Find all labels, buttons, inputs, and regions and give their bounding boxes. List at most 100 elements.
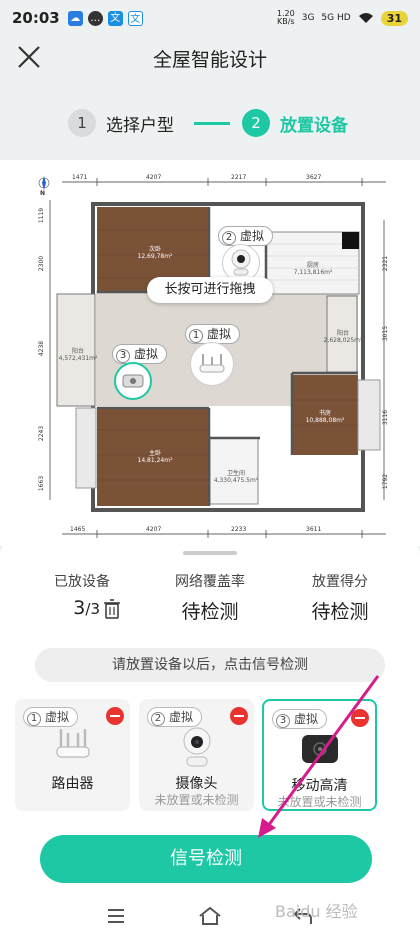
device-card-camera[interactable]: 2 虚拟 摄像头 未放置或未检测	[139, 699, 254, 811]
dim-right-2: 3015	[382, 325, 390, 342]
dim-bottom-4: 3611	[306, 526, 322, 533]
dim-bottom-2: 4207	[146, 526, 162, 533]
signal-detect-button[interactable]: 信号检测	[40, 835, 372, 883]
room-area: 12,69,78m²	[137, 253, 173, 260]
header: 全屋智能设计	[0, 36, 420, 80]
status-bar: 20:03 ☁ … 文 文 1.20 KB/s 3G 5G HD 31	[0, 0, 420, 36]
wifi-icon	[358, 13, 373, 23]
room-name: 书房	[318, 410, 331, 417]
device-number: 2	[151, 712, 165, 726]
room-label-balcony-right: 阳台 2,628,025m²	[316, 328, 370, 344]
remove-device-button[interactable]	[230, 707, 248, 725]
device-card-tv-box[interactable]: 3 虚拟 移动高清 未放置或未检测	[262, 699, 377, 811]
device-name: 摄像头	[175, 776, 218, 792]
step-1-label[interactable]: 选择户型	[106, 111, 174, 136]
sim1-signal: 3G	[301, 13, 315, 23]
marker-label: 虚拟	[134, 347, 159, 361]
trash-icon[interactable]	[103, 598, 121, 620]
marker-label: 虚拟	[207, 327, 232, 341]
room-name: 次卧	[148, 246, 161, 253]
tv-box-marker[interactable]	[114, 362, 152, 400]
dim-right-1: 2321	[382, 255, 390, 272]
room-label-bathroom: 卫生间 4,330,475.5m²	[208, 468, 264, 484]
dim-left-3: 4238	[38, 340, 46, 357]
menu-icon[interactable]	[106, 908, 126, 924]
router-marker[interactable]	[190, 342, 234, 386]
dim-top-3: 2217	[231, 174, 247, 181]
room-area: 4,572,431m²	[58, 355, 98, 362]
stat-score-value: 待检测	[311, 601, 369, 623]
dim-left-1: 1119	[38, 207, 46, 224]
step-2-number[interactable]: 2	[242, 109, 270, 137]
camera-icon	[231, 249, 251, 276]
room-area: 10,888,08m²	[305, 417, 345, 424]
room-name: 卫生间	[226, 470, 245, 477]
compass-label: N	[40, 190, 46, 197]
translate-icon: 文	[107, 10, 123, 26]
router-icon	[56, 729, 90, 758]
marker-number: 1	[189, 329, 203, 343]
dim-bottom-3: 2233	[231, 526, 247, 533]
device-number: 3	[276, 714, 290, 728]
home-icon[interactable]	[198, 906, 222, 926]
placement-hint: 请放置设备以后，点击信号检测	[35, 648, 385, 682]
room-name: 阳台	[71, 348, 84, 355]
dim-left-4: 2243	[38, 425, 46, 442]
marker-number: 3	[116, 349, 130, 363]
room-label-study: 书房 10,888,08m²	[292, 408, 358, 424]
marker-number: 2	[222, 231, 236, 245]
stat-placed-total: /3	[85, 600, 100, 618]
dim-left-5: 1663	[38, 475, 46, 492]
dim-bottom-1: 1465	[70, 526, 86, 533]
remove-device-button[interactable]	[351, 709, 369, 727]
dim-top-2: 4207	[146, 174, 162, 181]
net-speed: 1.20 KB/s	[277, 10, 295, 26]
dim-top-1: 1471	[72, 174, 88, 181]
marker-tag-1[interactable]: 1 虚拟	[185, 324, 241, 344]
step-1-number[interactable]: 1	[68, 109, 96, 137]
device-number: 1	[27, 712, 41, 726]
step-2-label[interactable]: 放置设备	[280, 111, 348, 136]
tv-box-icon	[302, 735, 338, 763]
watermark: Baidu 经验	[275, 902, 358, 921]
dim-left-2: 2300	[38, 255, 46, 272]
step-indicator: 1 选择户型 2 放置设备	[0, 100, 420, 146]
room-name: 厨房	[306, 262, 319, 269]
device-name: 移动高清	[291, 778, 348, 794]
device-tag-label: 虚拟	[169, 710, 194, 724]
translate-alt-icon: 文	[127, 10, 143, 26]
device-name: 路由器	[51, 776, 94, 792]
message-icon: …	[87, 10, 103, 26]
system-nav-bar: Baidu 经验	[0, 892, 420, 940]
floor-plan[interactable]: 1471 4207 2217 3627 1465 4207 2233 3611 …	[0, 160, 420, 546]
stat-coverage-label: 网络覆盖率	[175, 574, 245, 590]
device-tag-label: 虚拟	[294, 712, 319, 726]
stat-placed-value: 3/3	[10, 597, 100, 619]
dim-right-3: 3116	[382, 409, 390, 426]
dim-top-4: 3627	[306, 174, 322, 181]
remove-device-button[interactable]	[106, 707, 124, 725]
device-tag: 3 虚拟	[272, 709, 328, 729]
device-card-router[interactable]: 1 虚拟 路由器	[15, 699, 130, 811]
baidu-cloud-icon: ☁	[67, 10, 83, 26]
marker-tag-2[interactable]: 2 虚拟	[218, 226, 274, 246]
marker-tag-3[interactable]: 3 虚拟	[112, 344, 168, 364]
step-connector	[194, 122, 230, 125]
room-label-balcony-left: 阳台 4,572,431m²	[58, 346, 98, 362]
dim-right-4: 1792	[382, 473, 390, 490]
stat-coverage-value: 待检测	[181, 601, 239, 623]
sheet-drag-handle[interactable]	[183, 551, 237, 555]
stat-placed-count: 3	[73, 597, 86, 619]
room-label-master-bedroom: 主卧 14,81,24m²	[120, 448, 190, 464]
battery-indicator: 31	[380, 10, 408, 26]
page-title: 全屋智能设计	[152, 49, 267, 71]
camera-icon	[183, 727, 211, 767]
room-label-kitchen: 厨房 7,113,816m²	[278, 260, 348, 276]
room-name: 阳台	[336, 330, 349, 337]
device-status: 未放置或未检测	[154, 793, 239, 807]
stat-placed-label: 已放设备	[54, 574, 110, 590]
room-name: 主卧	[148, 450, 161, 457]
device-status: 未放置或未检测	[277, 795, 362, 809]
status-time: 20:03	[12, 9, 60, 27]
sim2-signal: 5G HD	[321, 13, 351, 23]
